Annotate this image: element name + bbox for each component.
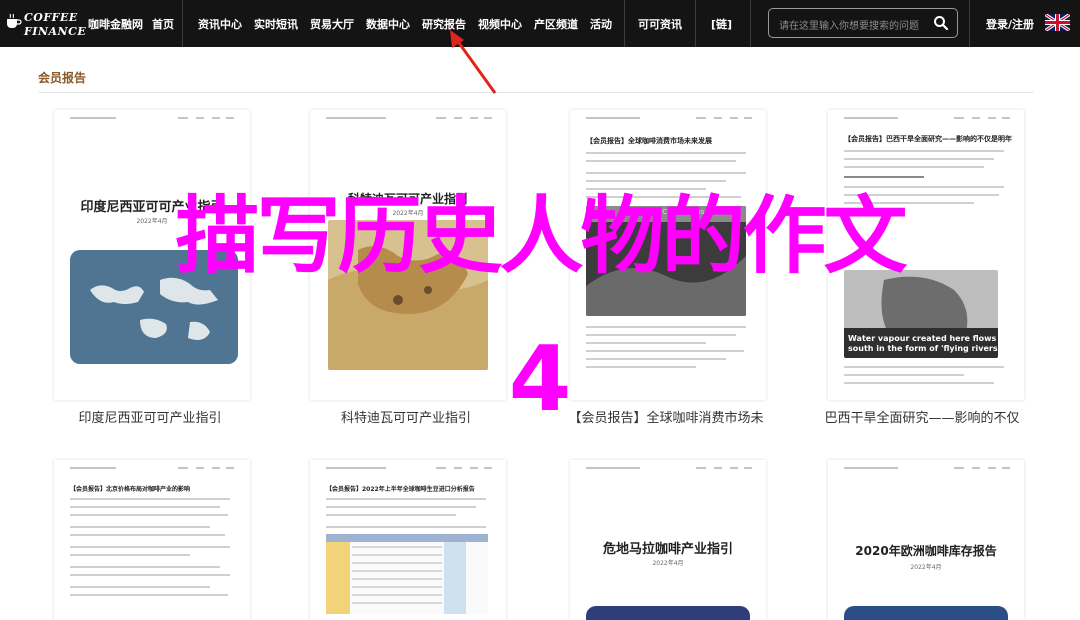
overlay-number-text: 4 xyxy=(508,327,572,432)
thumb-title: 2020年欧洲咖啡库存报告 xyxy=(855,544,997,558)
logo-text-bottom: FINANCE xyxy=(24,25,87,38)
top-nav: COFFEE FINANCE 咖啡金融网 首页 资讯中心 实时短讯 贸易大厅 数… xyxy=(0,0,1080,47)
nav-divider xyxy=(969,0,970,47)
cover-image xyxy=(844,606,1008,620)
thumb-header xyxy=(68,114,240,122)
nav-events[interactable]: 活动 xyxy=(590,16,612,32)
thumb-date: 2022年4月 xyxy=(652,560,684,567)
nav-divider xyxy=(182,0,183,47)
cover-image xyxy=(586,606,750,620)
section-divider xyxy=(38,92,1034,93)
nav-divider xyxy=(750,0,751,47)
report-card-thumbnail[interactable]: 【会员报告】2022年上半年全球咖啡生豆进口分析报告 xyxy=(310,460,506,620)
nav-divider xyxy=(624,0,625,47)
nav-origin-channel[interactable]: 产区频道 xyxy=(534,16,578,32)
thumb-header xyxy=(842,114,1014,122)
nav-links-menu[interactable]: [链] xyxy=(711,16,732,32)
search-icon[interactable] xyxy=(933,15,949,31)
report-card-thumbnail[interactable]: 危地马拉咖啡产业指引 2022年4月 xyxy=(570,460,766,620)
logo-text-top: COFFEE xyxy=(24,11,78,24)
thumb-title: 【会员报告】2022年上半年全球咖啡生豆进口分析报告 xyxy=(326,486,475,493)
thumb-header xyxy=(324,114,496,122)
nav-flash-news[interactable]: 实时短讯 xyxy=(254,16,298,32)
thumb-header xyxy=(584,464,756,472)
nav-data-center[interactable]: 数据中心 xyxy=(366,16,410,32)
report-card-thumbnail[interactable]: 【会员报告】北京价格布局对咖啡产业的影响 xyxy=(54,460,250,620)
thumb-header xyxy=(68,464,240,472)
report-card-thumbnail[interactable]: 2020年欧洲咖啡库存报告 2022年4月 xyxy=(828,460,1024,620)
site-logo[interactable]: COFFEE FINANCE xyxy=(4,6,86,42)
nav-brand-link[interactable]: 咖啡金融网 xyxy=(88,16,143,32)
login-register-link[interactable]: 登录/注册 xyxy=(986,16,1034,32)
thumb-header xyxy=(324,464,496,472)
search-input[interactable]: 请在这里输入你想要搜索的问题 xyxy=(779,17,919,32)
red-arrow-annotation xyxy=(450,30,497,94)
thumb-title: 【会员报告】北京价格布局对咖啡产业的影响 xyxy=(70,486,191,493)
thumb-header xyxy=(584,114,756,122)
nav-news-center[interactable]: 资讯中心 xyxy=(198,16,242,32)
nav-home[interactable]: 首页 xyxy=(152,16,174,32)
nav-divider xyxy=(695,0,696,47)
nav-trade-hall[interactable]: 贸易大厅 xyxy=(310,16,354,32)
data-table-image xyxy=(326,534,488,614)
nav-cocoa-news[interactable]: 可可资讯 xyxy=(638,16,682,32)
thumb-title: 危地马拉咖啡产业指引 xyxy=(602,542,733,557)
section-title: 会员报告 xyxy=(38,71,87,85)
thumb-title: 【会员报告】全球咖啡消费市场未来发展 xyxy=(586,137,712,145)
thumb-header xyxy=(842,464,1014,472)
uk-flag-icon[interactable] xyxy=(1045,14,1070,31)
thumb-title: 【会员报告】巴西干旱全面研究——影响的不仅是明年 xyxy=(844,135,1012,143)
thumb-date: 2022年4月 xyxy=(910,564,942,571)
coffee-cup-icon xyxy=(7,13,22,28)
search-box[interactable]: 请在这里输入你想要搜索的问题 xyxy=(768,8,958,38)
overlay-title-text: 描写历史人物的作文 xyxy=(175,187,907,285)
